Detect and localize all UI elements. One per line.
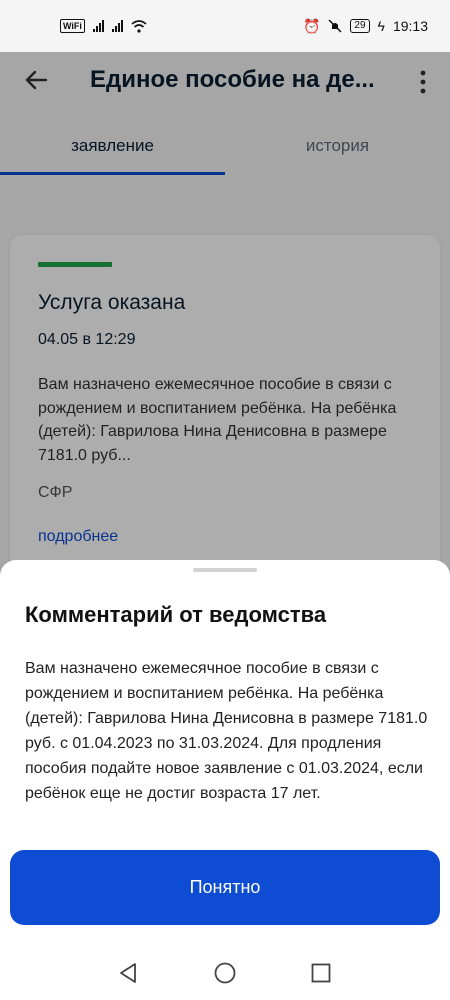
recents-nav-icon[interactable]: [309, 961, 333, 985]
clock: 19:13: [392, 18, 428, 34]
charging-icon: ϟ: [377, 18, 385, 34]
comment-bottom-sheet: Комментарий от ведомства Вам назначено е…: [0, 560, 450, 943]
sheet-title: Комментарий от ведомства: [25, 602, 327, 627]
status-right: ⏰ 29 ϟ 19:13: [303, 18, 428, 35]
wifi-icon: [131, 19, 147, 33]
system-nav-bar: [0, 943, 450, 1000]
wifi-calling-icon: WiFi: [60, 19, 85, 33]
home-nav-icon[interactable]: [213, 961, 237, 985]
drag-handle[interactable]: [193, 568, 257, 572]
back-nav-icon[interactable]: [116, 961, 140, 985]
status-left: WiFi: [60, 19, 147, 33]
signal-icon: [111, 20, 123, 32]
battery-icon: 29: [350, 19, 370, 33]
status-bar: WiFi ⏰ 29 ϟ 19:13: [0, 0, 450, 52]
signal-icon: [92, 20, 104, 32]
alarm-icon: ⏰: [302, 17, 321, 34]
understood-button[interactable]: Понятно: [10, 850, 440, 925]
sheet-comment-text: Вам назначено ежемесячное пособие в связ…: [25, 660, 428, 802]
mute-icon: [328, 19, 342, 33]
